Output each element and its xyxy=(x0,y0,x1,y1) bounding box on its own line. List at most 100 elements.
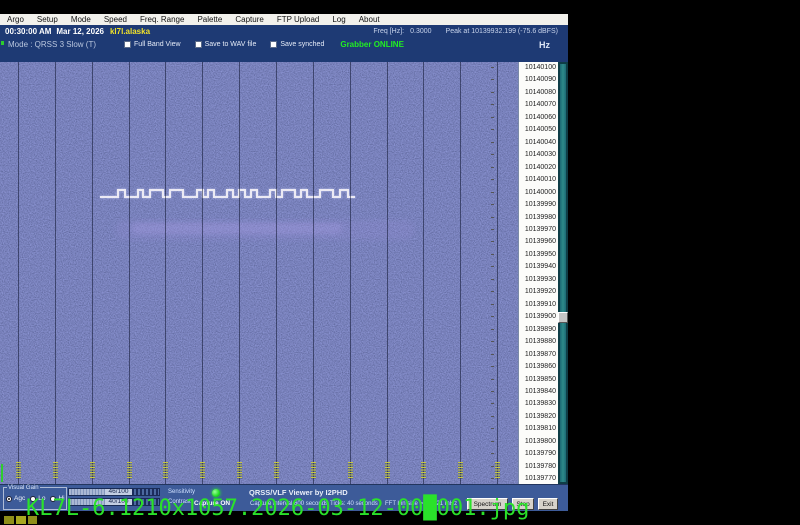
exit-button[interactable]: Exit xyxy=(538,498,558,510)
desktop: Argo Setup Mode Speed Freq. Range Palette Capt… xyxy=(0,0,800,525)
time-tick-label xyxy=(200,462,205,479)
scrollbar-thumb[interactable] xyxy=(558,312,568,323)
time-gridline xyxy=(276,62,277,484)
sensitivity-slider-track xyxy=(132,489,159,495)
menu-freq-range[interactable]: Freq. Range xyxy=(140,14,184,25)
sensitivity-slider-fill xyxy=(69,489,105,495)
freq-tick-label: 10139980 xyxy=(525,214,556,221)
freq-tick-label: 10140050 xyxy=(525,126,556,133)
time-gridline xyxy=(387,62,388,484)
qrss-signal-trace xyxy=(0,62,518,484)
freq-tick-label: 10140020 xyxy=(525,164,556,171)
checkbox-label: Full Band View xyxy=(134,41,181,48)
freq-tick-label: 10139870 xyxy=(525,351,556,358)
frequency-scrollbar[interactable] xyxy=(558,62,568,484)
freq-tick-label: 10139880 xyxy=(525,338,556,345)
time-gridline xyxy=(239,62,240,484)
header-band: 00:30:00 AM Mar 12, 2026 kl7l.alaska Fre… xyxy=(0,25,568,62)
capture-start-marker xyxy=(1,464,3,482)
checkbox-icon xyxy=(124,41,131,48)
radio-icon xyxy=(6,496,12,502)
checkbox-save-synched[interactable]: Save synched xyxy=(270,41,324,48)
freq-tick-label: 10139960 xyxy=(525,238,556,245)
status-block-icon xyxy=(28,516,37,524)
freq-tick-label: 10139830 xyxy=(525,400,556,407)
menu-palette[interactable]: Palette xyxy=(197,14,222,25)
menu-about[interactable]: About xyxy=(359,14,380,25)
capture-filename: KL7L-6.1210x1057.2026-03-12-00█001.jpg xyxy=(26,498,529,520)
time-tick-label xyxy=(348,462,353,479)
checkbox-save-to-wav-file[interactable]: Save to WAV file xyxy=(195,41,257,48)
time-tick-label xyxy=(458,462,463,479)
edge-marker-icon xyxy=(1,41,4,45)
freq-tick-label: 10139850 xyxy=(525,376,556,383)
freq-tick-label: 10139920 xyxy=(525,288,556,295)
menu-speed[interactable]: Speed xyxy=(104,14,127,25)
freq-tick-label: 10139890 xyxy=(525,326,556,333)
status-row: 00:30:00 AM Mar 12, 2026 kl7l.alaska Fre… xyxy=(0,26,568,37)
radio-label: Agc xyxy=(14,495,25,502)
menu-argo[interactable]: Argo xyxy=(7,14,24,25)
argo-window: Argo Setup Mode Speed Freq. Range Palette Capt… xyxy=(0,14,568,497)
menu-mode[interactable]: Mode xyxy=(71,14,91,25)
freq-tick-label: 10139970 xyxy=(525,226,556,233)
freq-tick-label: 10140030 xyxy=(525,151,556,158)
freq-tick-label: 10139860 xyxy=(525,363,556,370)
main-area: 10140100 10140090 10140080 10140070 10140060… xyxy=(0,62,568,484)
freq-tick-label: 10139950 xyxy=(525,251,556,258)
station-label: kl7l.alaska xyxy=(110,27,150,36)
time-tick-label xyxy=(274,462,279,479)
time-gridline xyxy=(165,62,166,484)
freq-tick-label: 10139940 xyxy=(525,263,556,270)
status-block-icon xyxy=(16,516,26,524)
freq-tick-label: 10140010 xyxy=(525,176,556,183)
time-tick-label xyxy=(421,462,426,479)
freq-tick-label: 10140100 xyxy=(525,64,556,71)
checkbox-full-band-view[interactable]: Full Band View xyxy=(124,41,181,48)
spectrogram[interactable] xyxy=(0,62,518,484)
time-gridline xyxy=(129,62,130,484)
freq-tick-label: 10140070 xyxy=(525,101,556,108)
time-tick-label xyxy=(237,462,242,479)
mode-indicator: Mode : QRSS 3 Slow (T) xyxy=(8,40,96,49)
menu-capture[interactable]: Capture xyxy=(235,14,263,25)
checkbox-group: Full Band View Save to WAV file Save synch… xyxy=(124,41,324,48)
freq-tick-label: 10139780 xyxy=(525,463,556,470)
checkbox-icon xyxy=(195,41,202,48)
time-tick-label xyxy=(163,462,168,479)
time-tick-label xyxy=(311,462,316,479)
freq-readout-label: Freq [Hz]: xyxy=(373,28,404,35)
visual-gain-label: Visual Gain xyxy=(7,485,40,491)
freq-tick-label: 10140060 xyxy=(525,114,556,121)
freq-tick-label: 10139790 xyxy=(525,450,556,457)
time-gridline xyxy=(460,62,461,484)
menu-ftp-upload[interactable]: FTP Upload xyxy=(277,14,320,25)
mode-row: Mode : QRSS 3 Slow (T) Full Band View Sav… xyxy=(0,38,568,51)
checkbox-icon xyxy=(270,41,277,48)
freq-tick-label: 10140080 xyxy=(525,89,556,96)
menu-setup[interactable]: Setup xyxy=(37,14,58,25)
freq-tick-label: 10139900 xyxy=(525,313,556,320)
freq-tick-label: 10140000 xyxy=(525,189,556,196)
peak-readout: Peak at 10139932.199 (-75.6 dBFS) xyxy=(446,28,558,35)
time-tick-label xyxy=(90,462,95,479)
time-gridline xyxy=(18,62,19,484)
time-tick-label xyxy=(16,462,21,479)
freq-tick-label: 10140090 xyxy=(525,76,556,83)
radio-agc[interactable]: Agc xyxy=(6,495,25,502)
freq-tick-label: 10139800 xyxy=(525,438,556,445)
scrollbar-track[interactable] xyxy=(560,64,566,482)
freq-tick-label: 10139810 xyxy=(525,425,556,432)
sensitivity-slider[interactable]: 46/100 xyxy=(68,488,160,496)
time-tick-label xyxy=(495,462,500,479)
clock-readout: 00:30:00 AM xyxy=(5,27,51,36)
grabber-status: Grabber ONLINE xyxy=(340,40,404,49)
time-gridline xyxy=(55,62,56,484)
freq-readout-value: 0.3000 xyxy=(410,28,431,35)
freq-tick-label: 10139770 xyxy=(525,475,556,482)
time-gridline xyxy=(497,62,498,484)
sensitivity-value: 46/100 xyxy=(105,489,132,495)
time-gridline xyxy=(202,62,203,484)
menu-log[interactable]: Log xyxy=(332,14,345,25)
sensitivity-label: Sensitivity xyxy=(168,489,195,495)
